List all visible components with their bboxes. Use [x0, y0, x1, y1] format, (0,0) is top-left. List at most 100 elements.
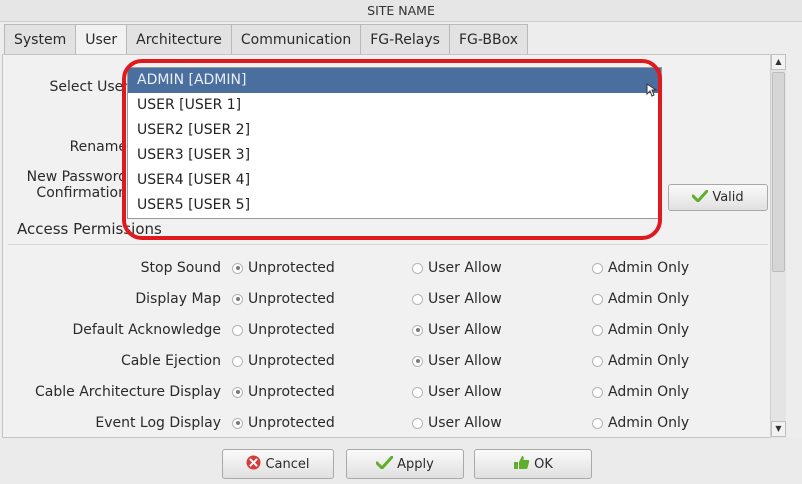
- permission-row: Cable Ejection Unprotected User Allow Admin…: [0, 345, 770, 377]
- permission-radio-user-allow[interactable]: User Allow: [412, 345, 502, 377]
- scroll-down-icon[interactable]: ▼: [771, 421, 786, 437]
- ok-button-label: OK: [534, 456, 553, 472]
- radio-button[interactable]: [232, 355, 243, 367]
- mouse-pointer-icon: [646, 83, 658, 97]
- radio-label: User Allow: [428, 322, 502, 338]
- permission-radio-unprotected[interactable]: Unprotected: [232, 283, 335, 315]
- cancel-icon: [246, 455, 261, 474]
- confirmation-label: Confirmation: [36, 185, 127, 201]
- permission-label: Cable Ejection: [120, 353, 221, 369]
- radio-label: Unprotected: [248, 384, 335, 400]
- radio-label: Admin Only: [608, 353, 690, 369]
- radio-button[interactable]: [412, 386, 423, 398]
- radio-button[interactable]: [592, 262, 603, 274]
- permission-radio-user-allow[interactable]: User Allow: [412, 407, 502, 439]
- radio-button[interactable]: [412, 293, 423, 305]
- tab-bar: System User Architecture Communication F…: [4, 24, 529, 55]
- permission-radio-admin-only[interactable]: Admin Only: [592, 252, 689, 284]
- radio-button[interactable]: [412, 324, 423, 336]
- permission-label: Default Acknowledge: [72, 322, 221, 338]
- permission-radio-unprotected[interactable]: Unprotected: [232, 314, 335, 346]
- radio-label: Admin Only: [608, 291, 690, 307]
- tab-architecture[interactable]: Architecture: [126, 24, 231, 54]
- new-password-label: New Password: [26, 169, 127, 185]
- check-icon: [375, 455, 394, 473]
- valid-button-label: Valid: [712, 190, 744, 205]
- valid-button[interactable]: Valid: [668, 184, 768, 211]
- permission-label: Event Log Display: [95, 415, 221, 431]
- dropdown-option[interactable]: USER4 [USER 4]: [128, 168, 661, 193]
- dropdown-option[interactable]: USER [USER 1]: [128, 93, 661, 118]
- radio-label: User Allow: [428, 353, 502, 369]
- radio-button[interactable]: [592, 417, 603, 429]
- apply-button[interactable]: Apply: [346, 449, 464, 479]
- ok-thumb-icon: [513, 455, 530, 474]
- radio-label: Admin Only: [608, 415, 690, 431]
- vertical-scrollbar[interactable]: ▲ ▼: [770, 54, 786, 438]
- radio-button[interactable]: [232, 417, 243, 429]
- tab-system[interactable]: System: [4, 24, 76, 54]
- radio-button[interactable]: [232, 324, 243, 336]
- permission-radio-user-allow[interactable]: User Allow: [412, 252, 502, 284]
- radio-label: User Allow: [428, 415, 502, 431]
- dialog-footer: Cancel Apply OK: [0, 438, 802, 484]
- window-title: SITE NAME: [0, 0, 802, 22]
- cancel-button[interactable]: Cancel: [222, 449, 334, 479]
- settings-window: SITE NAME System User Architecture Commu…: [0, 0, 802, 484]
- radio-label: Admin Only: [608, 322, 690, 338]
- permission-row: Display Map Unprotected User Allow Admin On…: [0, 283, 770, 315]
- cancel-button-label: Cancel: [265, 456, 310, 472]
- permission-radio-unprotected[interactable]: Unprotected: [232, 345, 335, 377]
- scroll-up-icon[interactable]: ▲: [771, 54, 786, 70]
- apply-button-label: Apply: [397, 456, 434, 472]
- permission-row: Cable Architecture Display Unprotected Use…: [0, 376, 770, 408]
- radio-label: User Allow: [428, 260, 502, 276]
- permission-radio-unprotected[interactable]: Unprotected: [232, 252, 335, 284]
- radio-label: Unprotected: [248, 291, 335, 307]
- permission-label: Cable Architecture Display: [35, 384, 221, 400]
- tab-fg-relays[interactable]: FG-Relays: [360, 24, 449, 54]
- permission-radio-admin-only[interactable]: Admin Only: [592, 376, 689, 408]
- radio-label: Admin Only: [608, 384, 690, 400]
- permission-row: Default Acknowledge Unprotected User Allow…: [0, 314, 770, 346]
- permission-radio-user-allow[interactable]: User Allow: [412, 376, 502, 408]
- radio-button[interactable]: [592, 324, 603, 336]
- dropdown-option[interactable]: ADMIN [ADMIN]: [128, 68, 661, 93]
- radio-label: Admin Only: [608, 260, 690, 276]
- radio-label: Unprotected: [248, 415, 335, 431]
- radio-button[interactable]: [412, 417, 423, 429]
- ok-button[interactable]: OK: [474, 449, 592, 479]
- rename-label: Rename: [69, 139, 127, 155]
- permission-radio-user-allow[interactable]: User Allow: [412, 314, 502, 346]
- select-user-dropdown[interactable]: ADMIN [ADMIN] USER [USER 1] USER2 [USER …: [127, 67, 662, 219]
- permission-radio-admin-only[interactable]: Admin Only: [592, 314, 689, 346]
- permission-radio-admin-only[interactable]: Admin Only: [592, 407, 689, 439]
- section-divider: [8, 244, 768, 245]
- radio-button[interactable]: [232, 386, 243, 398]
- permission-radio-user-allow[interactable]: User Allow: [412, 283, 502, 315]
- scroll-thumb[interactable]: [772, 72, 785, 272]
- tab-communication[interactable]: Communication: [230, 24, 361, 54]
- radio-button[interactable]: [232, 262, 243, 274]
- dropdown-option[interactable]: USER2 [USER 2]: [128, 118, 661, 143]
- radio-label: Unprotected: [248, 260, 335, 276]
- radio-button[interactable]: [592, 355, 603, 367]
- dropdown-option[interactable]: USER5 [USER 5]: [128, 193, 661, 218]
- radio-button[interactable]: [412, 262, 423, 274]
- permission-radio-admin-only[interactable]: Admin Only: [592, 345, 689, 377]
- permission-radio-unprotected[interactable]: Unprotected: [232, 376, 335, 408]
- tab-fg-bbox[interactable]: FG-BBox: [448, 24, 529, 54]
- select-user-label: Select User: [49, 79, 129, 95]
- permission-label: Display Map: [135, 291, 221, 307]
- radio-button[interactable]: [232, 293, 243, 305]
- dropdown-option[interactable]: USER3 [USER 3]: [128, 143, 661, 168]
- radio-label: User Allow: [428, 291, 502, 307]
- tab-user[interactable]: User: [75, 24, 127, 55]
- permission-radio-unprotected[interactable]: Unprotected: [232, 407, 335, 439]
- permission-label: Stop Sound: [140, 260, 221, 276]
- permission-radio-admin-only[interactable]: Admin Only: [592, 283, 689, 315]
- radio-button[interactable]: [592, 386, 603, 398]
- access-permissions-title: Access Permissions: [17, 220, 162, 238]
- radio-button[interactable]: [592, 293, 603, 305]
- radio-button[interactable]: [412, 355, 423, 367]
